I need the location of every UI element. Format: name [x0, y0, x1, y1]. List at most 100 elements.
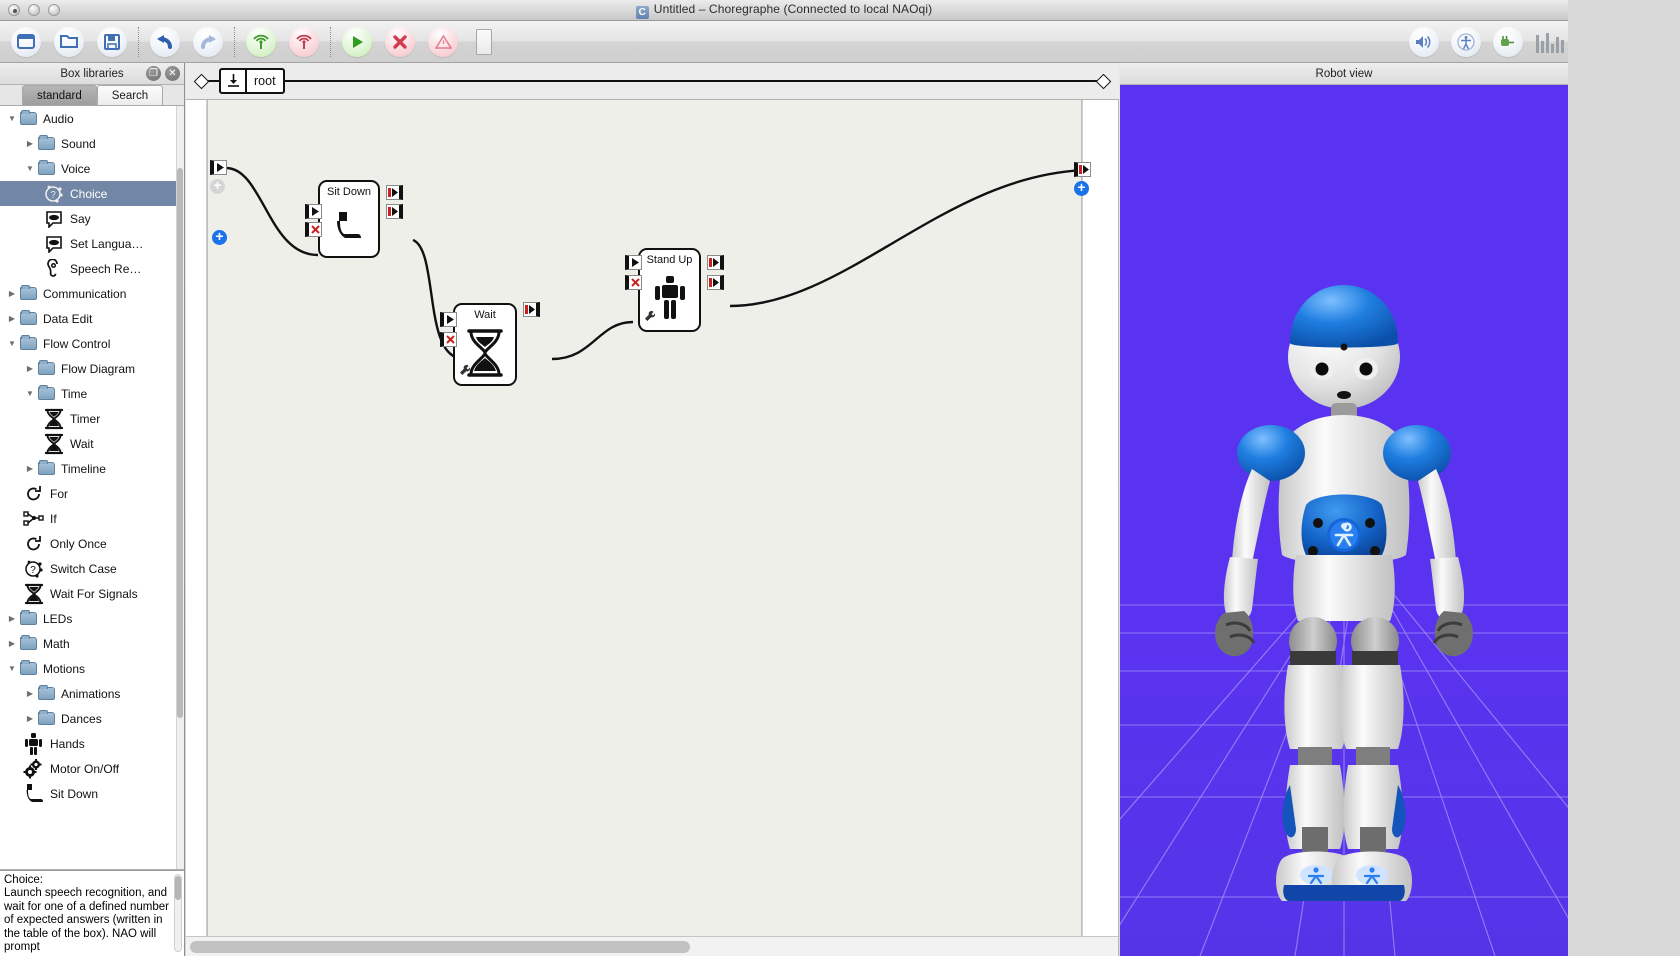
twisty-collapsed-icon[interactable]: [4, 314, 20, 323]
canvas-horizontal-scrollbar[interactable]: [186, 936, 1118, 956]
disconnect-from-robot-button[interactable]: [284, 26, 324, 58]
tree-item-audio[interactable]: Audio: [0, 106, 184, 131]
diagram-input-port[interactable]: [210, 160, 227, 175]
twisty-expanded-icon[interactable]: [4, 664, 20, 673]
twisty-expanded-icon[interactable]: [22, 389, 38, 398]
add-input-port-button[interactable]: +: [212, 229, 227, 245]
tree-item-hands[interactable]: Hands: [0, 731, 184, 756]
box-libraries-panel: Box libraries ❐ ✕ standard Search Audio S…: [0, 63, 185, 956]
twisty-expanded-icon[interactable]: [22, 164, 38, 173]
sit-down-input-port[interactable]: [305, 204, 322, 219]
tree-item-motor-on-off[interactable]: Motor On/Off: [0, 756, 184, 781]
connect-to-robot-button[interactable]: [241, 26, 281, 58]
tree-item-set-langua[interactable]: Set Langua…: [0, 231, 184, 256]
tree-item-leds[interactable]: LEDs: [0, 606, 184, 631]
wait-stop-port[interactable]: [440, 332, 457, 347]
twisty-collapsed-icon[interactable]: [4, 289, 20, 298]
nao-robot-model: [1215, 285, 1473, 901]
tree-item-voice[interactable]: Voice: [0, 156, 184, 181]
levels-icon[interactable]: [1536, 31, 1564, 53]
add-input-port-button-grey[interactable]: +: [210, 178, 225, 194]
tree-item-communication[interactable]: Communication: [0, 281, 184, 306]
tree-item-timer[interactable]: Timer: [0, 406, 184, 431]
tab-standard[interactable]: standard: [22, 85, 97, 105]
folder-icon: [38, 385, 55, 400]
wait-output-port[interactable]: [523, 302, 540, 317]
twisty-collapsed-icon[interactable]: [4, 639, 20, 648]
tree-item-say[interactable]: Say: [0, 206, 184, 231]
twisty-collapsed-icon[interactable]: [22, 689, 38, 698]
tree-item-wait-for-signals[interactable]: Wait For Signals: [0, 581, 184, 606]
undo-button[interactable]: [145, 26, 185, 58]
stand-up-input-port[interactable]: [625, 255, 642, 270]
wait-node[interactable]: Wait: [453, 303, 517, 386]
canvas-scrollbar-thumb[interactable]: [190, 941, 690, 953]
tree-item-math[interactable]: Math: [0, 631, 184, 656]
tree-scrollbar[interactable]: [176, 106, 184, 869]
twisty-expanded-icon[interactable]: [4, 114, 20, 123]
play-button[interactable]: [337, 26, 377, 58]
box-library-tree[interactable]: Audio Sound Voice? Choice Say Set Langua… Spee…: [0, 106, 184, 870]
sit-down-node[interactable]: Sit Down: [318, 180, 380, 258]
wait-input-port[interactable]: [440, 312, 457, 327]
sit-down-stop-port[interactable]: [305, 222, 322, 237]
diagram-output-port[interactable]: [1074, 162, 1091, 177]
undock-panel-button[interactable]: ❐: [146, 66, 161, 81]
description-scrollbar-thumb[interactable]: [175, 876, 181, 900]
save-file-button[interactable]: [92, 26, 132, 58]
twisty-expanded-icon[interactable]: [4, 339, 20, 348]
tree-item-switch-case[interactable]: ? Switch Case: [0, 556, 184, 581]
open-file-button[interactable]: [49, 26, 89, 58]
tab-search[interactable]: Search: [96, 85, 164, 105]
box-description-panel: Choice: Launch speech recognition, and w…: [0, 870, 184, 956]
sit-down-output-port-1[interactable]: [386, 185, 403, 200]
tree-item-speech-re[interactable]: Speech Re…: [0, 256, 184, 281]
tree-item-label: Only Once: [50, 536, 107, 551]
tree-item-data-edit[interactable]: Data Edit: [0, 306, 184, 331]
tree-item-label: Wait For Signals: [50, 586, 138, 601]
tree-item-sound[interactable]: Sound: [0, 131, 184, 156]
warning-button[interactable]: [423, 26, 463, 58]
twisty-collapsed-icon[interactable]: [22, 364, 38, 373]
new-file-button[interactable]: [6, 26, 46, 58]
stop-button[interactable]: [380, 26, 420, 58]
twisty-collapsed-icon[interactable]: [22, 714, 38, 723]
stand-up-output-port-2[interactable]: [707, 275, 724, 290]
twisty-collapsed-icon[interactable]: [22, 464, 38, 473]
add-output-port-button[interactable]: +: [1074, 180, 1089, 196]
close-panel-button[interactable]: ✕: [165, 66, 180, 81]
svg-text:?: ?: [30, 565, 36, 576]
tree-item-flow-diagram[interactable]: Flow Diagram: [0, 356, 184, 381]
stand-up-stop-port[interactable]: [625, 275, 642, 290]
breadcrumb-root-node[interactable]: root: [219, 68, 285, 94]
tree-item-for[interactable]: For: [0, 481, 184, 506]
connection-button[interactable]: [1488, 26, 1528, 58]
redo-button[interactable]: [188, 26, 228, 58]
tree-item-flow-control[interactable]: Flow Control: [0, 331, 184, 356]
twisty-collapsed-icon[interactable]: [4, 614, 20, 623]
twisty-collapsed-icon[interactable]: [22, 139, 38, 148]
flow-canvas[interactable]: + + Sit Down Wait Stand Up +: [207, 100, 1091, 936]
tree-item-if[interactable]: If: [0, 506, 184, 531]
tree-item-timeline[interactable]: Timeline: [0, 456, 184, 481]
tree-item-only-once[interactable]: Only Once: [0, 531, 184, 556]
stand-up-node[interactable]: Stand Up: [638, 248, 701, 332]
toolbar-text-field[interactable]: [476, 28, 492, 55]
wrench-icon: [459, 363, 471, 381]
tree-item-choice[interactable]: ? Choice: [0, 181, 184, 206]
loop-icon: [22, 533, 46, 555]
tree-item-dances[interactable]: Dances: [0, 706, 184, 731]
tree-item-animations[interactable]: Animations: [0, 681, 184, 706]
stand-up-output-port-1[interactable]: [707, 255, 724, 270]
tree-item-wait[interactable]: Wait: [0, 431, 184, 456]
volume-button[interactable]: [1404, 26, 1444, 58]
tree-scrollbar-thumb[interactable]: [177, 168, 183, 718]
sit-down-output-port-2[interactable]: [386, 204, 403, 219]
robot-pose-icon: [1451, 26, 1481, 57]
robot-pose-button[interactable]: [1446, 26, 1486, 58]
tree-item-sit-down[interactable]: Sit Down: [0, 781, 184, 806]
tree-item-time[interactable]: Time: [0, 381, 184, 406]
tree-item-motions[interactable]: Motions: [0, 656, 184, 681]
window-title: C Untitled – Choregraphe (Connected to lo…: [0, 2, 1568, 19]
robot-view-3d-scene[interactable]: [1120, 85, 1568, 956]
